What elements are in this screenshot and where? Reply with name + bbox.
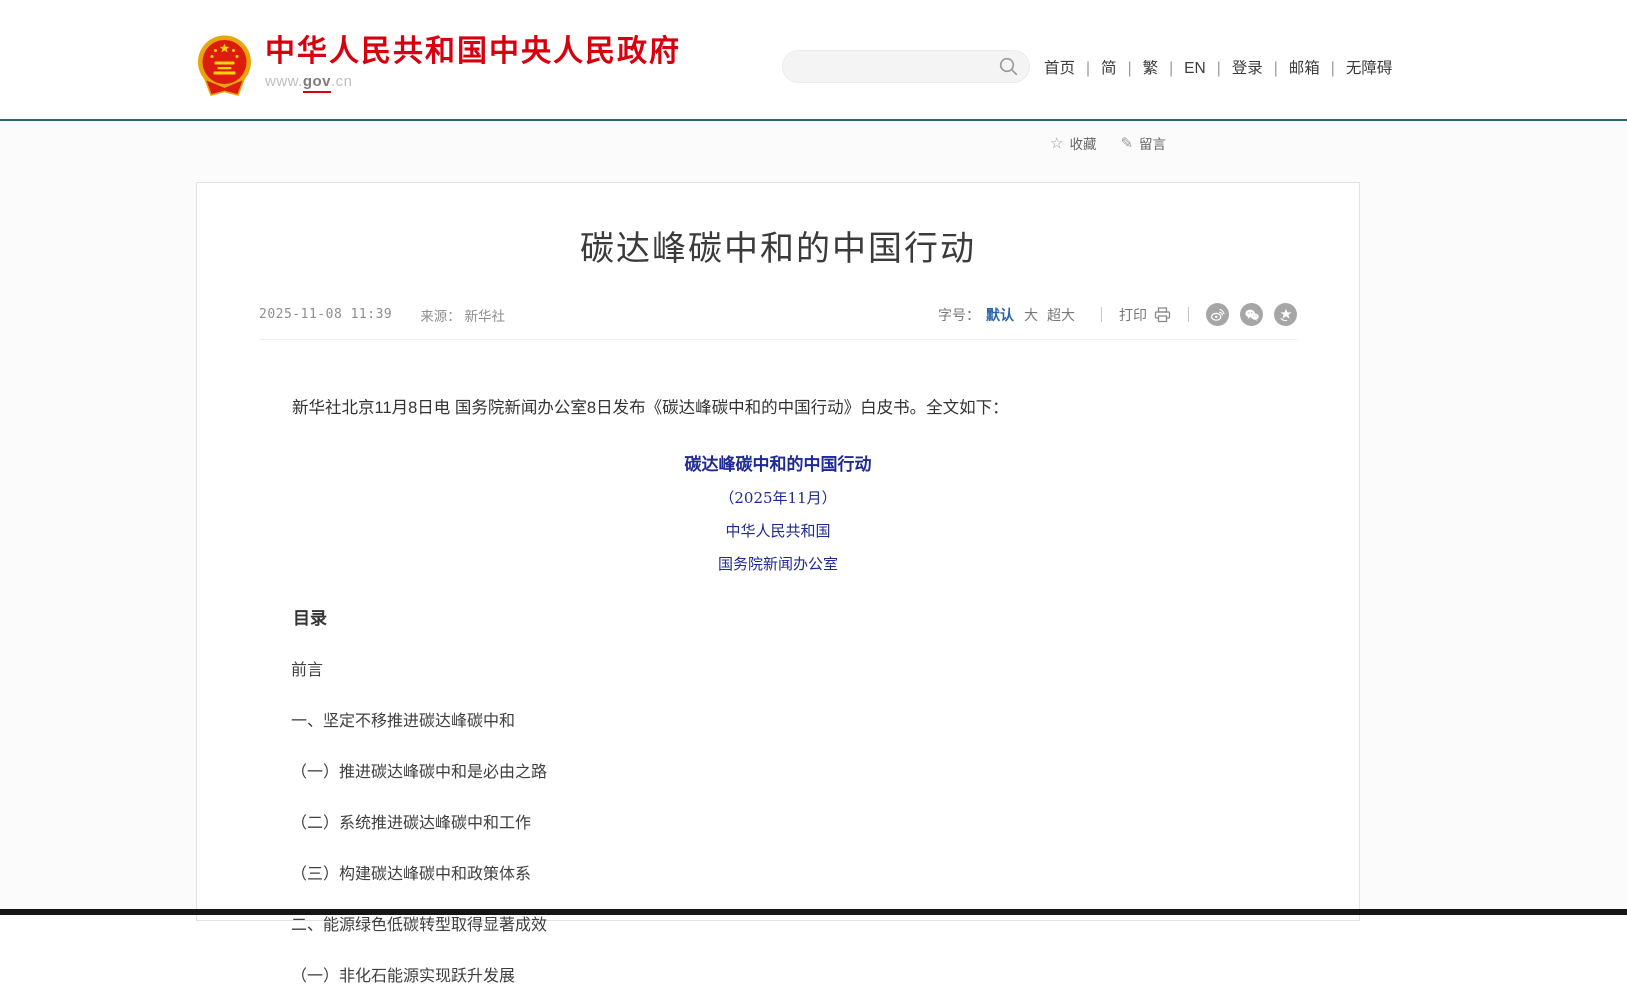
site-header: 中华人民共和国中央人民政府 www.gov.cn 首页简繁EN登录邮箱无障碍 xyxy=(0,0,1627,119)
doc-org-line2: 国务院新闻办公室 xyxy=(259,553,1297,574)
favorite-button[interactable]: ☆ 收藏 xyxy=(1050,133,1096,153)
toc-item: 前言 xyxy=(259,656,1297,680)
page-tools: ☆ 收藏 ✎ 留言 xyxy=(1050,133,1166,153)
page-body: ☆ 收藏 ✎ 留言 碳达峰碳中和的中国行动 2025-11-08 11:39 来… xyxy=(0,121,1627,915)
toc-item: （三）构建碳达峰碳中和政策体系 xyxy=(259,860,1297,884)
source-value: 新华社 xyxy=(465,309,506,324)
source: 来源： 新华社 xyxy=(420,305,505,325)
nav-item-traditional[interactable]: 繁 xyxy=(1143,60,1185,77)
font-size-large-button[interactable]: 大 xyxy=(1024,305,1038,325)
share-star-icon xyxy=(1279,308,1293,321)
site-url-gov: gov xyxy=(303,73,331,93)
site-title: 中华人民共和国中央人民政府 xyxy=(265,34,681,70)
doc-org-line1: 中华人民共和国 xyxy=(259,520,1297,541)
pencil-icon: ✎ xyxy=(1120,136,1133,151)
star-outline-icon: ☆ xyxy=(1050,136,1063,151)
bottom-edge xyxy=(0,909,1627,915)
lead-paragraph: 新华社北京11月8日电 国务院新闻办公室8日发布《碳达峰碳中和的中国行动》白皮书… xyxy=(259,394,1297,423)
print-button[interactable]: 打印 xyxy=(1119,305,1171,325)
share-icons xyxy=(1206,303,1297,326)
nav-item-mail[interactable]: 邮箱 xyxy=(1289,60,1346,77)
toc-item: （一）推进碳达峰碳中和是必由之路 xyxy=(259,758,1297,782)
article-title: 碳达峰碳中和的中国行动 xyxy=(197,221,1359,270)
source-label: 来源： xyxy=(420,309,461,324)
font-size-default-button[interactable]: 默认 xyxy=(986,305,1014,325)
national-emblem-icon xyxy=(196,34,253,97)
site-brand[interactable]: 中华人民共和国中央人民政府 www.gov.cn xyxy=(196,34,681,97)
site-url-www: www. xyxy=(265,73,303,90)
article-meta-right: 字号： 默认 大 超大 打印 xyxy=(938,303,1297,326)
meta-divider xyxy=(1188,307,1189,322)
site-url-link[interactable]: www.gov.cn xyxy=(265,73,681,90)
printer-icon xyxy=(1154,307,1171,323)
weibo-icon xyxy=(1211,308,1225,321)
search-icon[interactable] xyxy=(998,56,1019,77)
nav-item-simplified[interactable]: 简 xyxy=(1101,60,1143,77)
print-label: 打印 xyxy=(1119,305,1147,325)
wechat-icon xyxy=(1245,309,1259,321)
nav-item-accessibility[interactable]: 无障碍 xyxy=(1346,60,1393,77)
font-size-xlarge-button[interactable]: 超大 xyxy=(1047,305,1075,325)
toc-item: （一）非化石能源实现跃升发展 xyxy=(259,962,1297,986)
meta-divider xyxy=(1101,307,1102,322)
share-wechat-button[interactable] xyxy=(1240,303,1263,326)
doc-date: （2025年11月） xyxy=(259,487,1297,508)
share-weibo-button[interactable] xyxy=(1206,303,1229,326)
article-body: 新华社北京11月8日电 国务院新闻办公室8日发布《碳达峰碳中和的中国行动》白皮书… xyxy=(197,394,1359,986)
message-label: 留言 xyxy=(1139,133,1166,153)
doc-title: 碳达峰碳中和的中国行动 xyxy=(259,450,1297,475)
message-button[interactable]: ✎ 留言 xyxy=(1120,133,1166,153)
search-input[interactable] xyxy=(799,53,984,80)
article-meta: 2025-11-08 11:39 来源： 新华社 字号： 默认 大 超大 打印 xyxy=(259,303,1297,326)
publish-datetime: 2025-11-08 11:39 xyxy=(259,307,392,322)
top-nav: 首页简繁EN登录邮箱无障碍 xyxy=(1044,56,1392,78)
toc-item: 一、坚定不移推进碳达峰碳中和 xyxy=(259,707,1297,731)
toc-item: （二）系统推进碳达峰碳中和工作 xyxy=(259,809,1297,833)
nav-item-home[interactable]: 首页 xyxy=(1044,60,1101,77)
nav-item-english[interactable]: EN xyxy=(1184,60,1232,77)
toc-heading: 目录 xyxy=(259,604,1297,629)
nav-item-login[interactable]: 登录 xyxy=(1232,60,1289,77)
article-meta-left: 2025-11-08 11:39 来源： 新华社 xyxy=(259,305,505,325)
article-card: 碳达峰碳中和的中国行动 2025-11-08 11:39 来源： 新华社 字号：… xyxy=(196,182,1360,921)
meta-separator xyxy=(259,339,1297,340)
search-box xyxy=(782,50,1030,83)
favorite-label: 收藏 xyxy=(1069,133,1096,153)
font-size-label: 字号： xyxy=(938,305,980,325)
site-url-cn: .cn xyxy=(331,73,353,90)
share-more-button[interactable] xyxy=(1274,303,1297,326)
